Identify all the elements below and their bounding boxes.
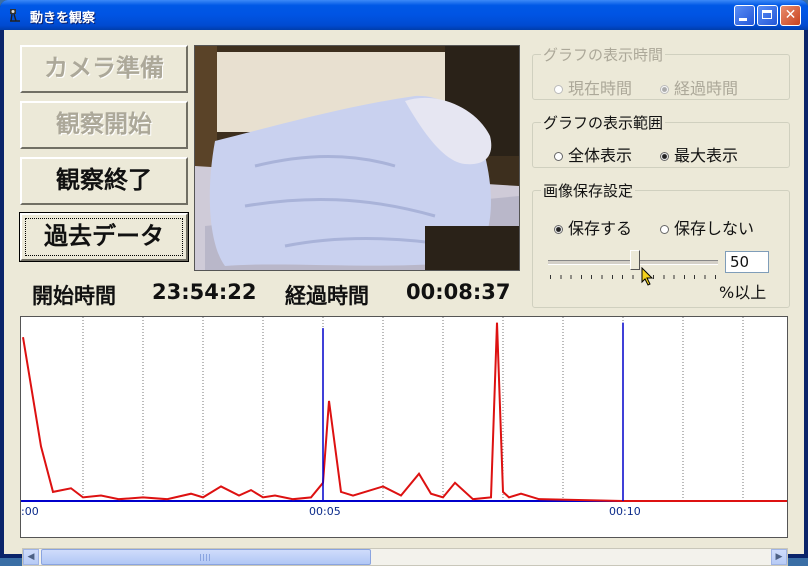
image-save-label: 画像保存設定 bbox=[541, 180, 636, 201]
radio-dot bbox=[554, 152, 563, 161]
camera-image bbox=[195, 46, 519, 270]
window-title: 動きを観察 bbox=[30, 11, 96, 26]
title-bar[interactable]: 動きを観察 ✕ bbox=[0, 0, 808, 30]
radio-dot bbox=[660, 225, 669, 234]
radio-no-save[interactable]: 保存しない bbox=[660, 215, 754, 239]
minimize-button[interactable] bbox=[734, 5, 755, 26]
app-icon bbox=[10, 9, 20, 22]
threshold-slider-thumb[interactable] bbox=[630, 250, 640, 270]
radio-full-view[interactable]: 全体表示 bbox=[554, 142, 632, 166]
camera-view bbox=[194, 45, 520, 271]
radio-current-time[interactable]: 現在時間 bbox=[554, 75, 632, 99]
client-area: カメラ準備 観察開始 観察終了 過去データ 開始時間 23:54:22 経過時間 bbox=[4, 30, 804, 566]
x-tick-label: :00 bbox=[21, 505, 39, 518]
graph-scrollbar[interactable]: ◀ ▶ bbox=[22, 548, 788, 566]
elapsed-time-label: 経過時間 bbox=[285, 284, 369, 308]
radio-dot-selected bbox=[660, 152, 669, 161]
camera-prep-button[interactable]: カメラ準備 bbox=[20, 45, 188, 93]
motion-chart: :00 00:05 00:10 bbox=[21, 317, 787, 518]
radio-save[interactable]: 保存する bbox=[554, 215, 632, 239]
app-window: 動きを観察 ✕ カメラ準備 観察開始 観察終了 過去データ 開始時間 23:54… bbox=[0, 0, 808, 566]
scroll-thumb[interactable] bbox=[41, 549, 371, 565]
radio-dot-selected bbox=[660, 85, 669, 94]
maximize-button[interactable] bbox=[757, 5, 778, 26]
start-time-label: 開始時間 bbox=[32, 284, 116, 308]
slider-ticks bbox=[550, 275, 716, 279]
mouse-cursor-icon bbox=[641, 267, 654, 286]
close-icon: ✕ bbox=[784, 7, 797, 23]
radio-max-view[interactable]: 最大表示 bbox=[660, 142, 738, 166]
past-data-button[interactable]: 過去データ bbox=[19, 212, 189, 262]
x-tick-label: 00:05 bbox=[309, 505, 341, 518]
focus-rect bbox=[25, 218, 183, 256]
radio-elapsed-time[interactable]: 経過時間 bbox=[660, 75, 738, 99]
scroll-right-icon[interactable]: ▶ bbox=[771, 549, 787, 565]
motion-graph: :00 00:05 00:10 bbox=[20, 316, 788, 538]
radio-dot bbox=[554, 85, 563, 94]
start-observation-button[interactable]: 観察開始 bbox=[20, 101, 188, 149]
elapsed-time-value: 00:08:37 bbox=[406, 280, 511, 304]
start-time-value: 23:54:22 bbox=[152, 280, 257, 304]
threshold-unit: %以上 bbox=[719, 283, 767, 302]
scroll-left-icon[interactable]: ◀ bbox=[23, 549, 39, 565]
graph-range-label: グラフの表示範囲 bbox=[541, 112, 666, 133]
series-line bbox=[22, 322, 787, 502]
x-tick-label: 00:10 bbox=[609, 505, 641, 518]
graph-time-label: グラフの表示時間 bbox=[541, 44, 666, 65]
end-observation-button[interactable]: 観察終了 bbox=[20, 157, 188, 205]
radio-dot-selected bbox=[554, 225, 563, 234]
close-button[interactable]: ✕ bbox=[780, 5, 801, 26]
threshold-input[interactable]: 50 bbox=[725, 251, 769, 273]
